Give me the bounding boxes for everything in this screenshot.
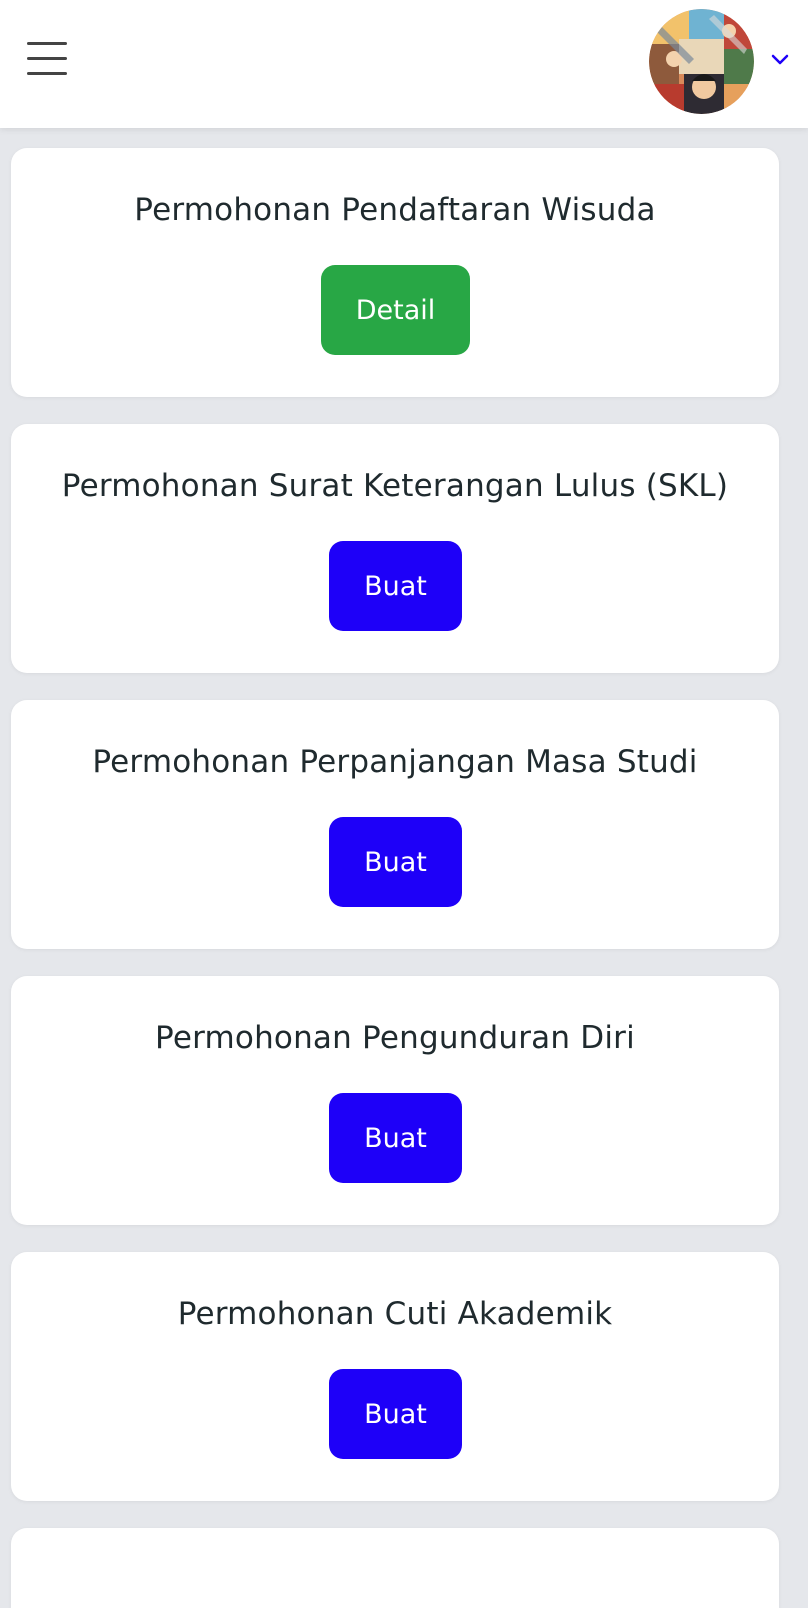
buat-button[interactable]: Buat	[329, 817, 462, 907]
buat-button[interactable]: Buat	[329, 1093, 462, 1183]
hamburger-menu-icon[interactable]	[27, 42, 67, 76]
chevron-down-icon[interactable]	[770, 50, 790, 70]
card-title: Permohonan Perpanjangan Masa Studi	[92, 744, 698, 780]
avatar-image	[649, 9, 754, 114]
card-cuti-akademik: Permohonan Cuti Akademik Buat	[11, 1252, 779, 1501]
top-header	[0, 0, 808, 128]
card-title: Permohonan Pengunduran Diri	[155, 1020, 635, 1056]
menu-line	[27, 57, 67, 60]
buat-button[interactable]: Buat	[329, 541, 462, 631]
menu-line	[27, 42, 67, 45]
buat-button[interactable]: Buat	[329, 1369, 462, 1459]
card-pengunduran-diri: Permohonan Pengunduran Diri Buat	[11, 976, 779, 1225]
card-surat-keterangan-lulus: Permohonan Surat Keterangan Lulus (SKL) …	[11, 424, 779, 673]
card-partial	[11, 1528, 779, 1608]
menu-line	[27, 72, 67, 75]
detail-button[interactable]: Detail	[321, 265, 470, 355]
card-pendaftaran-wisuda: Permohonan Pendaftaran Wisuda Detail	[11, 148, 779, 397]
card-title: Permohonan Surat Keterangan Lulus (SKL)	[61, 468, 729, 504]
user-avatar[interactable]	[649, 9, 754, 114]
card-perpanjangan-masa-studi: Permohonan Perpanjangan Masa Studi Buat	[11, 700, 779, 949]
card-title: Permohonan Pendaftaran Wisuda	[134, 192, 656, 228]
card-title: Permohonan Cuti Akademik	[177, 1296, 613, 1332]
